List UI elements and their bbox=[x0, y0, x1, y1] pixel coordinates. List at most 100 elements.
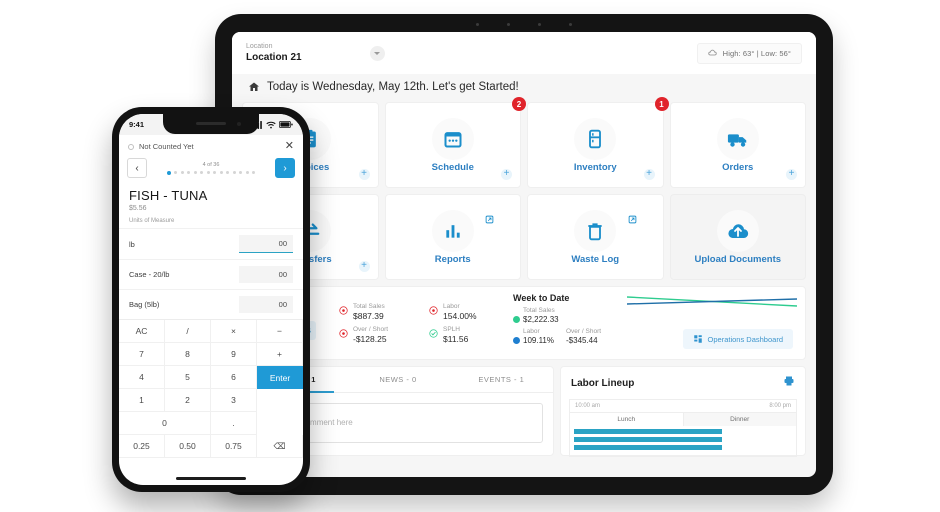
lineup-bar bbox=[574, 437, 723, 442]
key-decimal[interactable]: . bbox=[211, 412, 257, 435]
lineup-bars bbox=[570, 426, 796, 456]
add-icon[interactable]: + bbox=[643, 169, 655, 180]
lineup-bar bbox=[574, 445, 723, 450]
kpi-grid: Total Sales $887.39 Labor 154.00% Over /… bbox=[335, 293, 509, 353]
uom-row-bag[interactable]: Bag (5lb) 00 bbox=[119, 289, 303, 319]
trend-sparkline bbox=[627, 296, 797, 307]
key-5[interactable]: 5 bbox=[165, 366, 211, 389]
phone-screen: 9:41 Not Counted Yet ✕ ‹ 4 of 36 › FISH … bbox=[119, 114, 303, 485]
tile-waste-log[interactable]: Waste Log bbox=[527, 194, 664, 280]
backspace-icon[interactable]: ⌫ bbox=[257, 435, 303, 458]
quick-action-tiles: Invoices + 2 Schedule + 1 Inventory + Or… bbox=[232, 97, 816, 280]
tile-reports[interactable]: Reports bbox=[384, 194, 521, 280]
external-link-icon[interactable] bbox=[485, 211, 494, 229]
cloud-upload-icon bbox=[716, 209, 759, 252]
item-price: $5.56 bbox=[129, 205, 147, 212]
numeric-keypad: AC / × − 7 8 9 + 4 5 6 Enter 1 2 3 0 . 0… bbox=[119, 319, 303, 458]
kpi-name: Over / Short bbox=[353, 325, 389, 333]
wifi-icon bbox=[266, 121, 276, 128]
key-quarter[interactable]: 0.25 bbox=[119, 435, 165, 458]
key-4[interactable]: 4 bbox=[119, 366, 165, 389]
key-three-quarter[interactable]: 0.75 bbox=[211, 435, 257, 458]
location-name: Location 21 bbox=[246, 52, 302, 63]
chevron-right-icon[interactable]: › bbox=[275, 158, 295, 178]
weather-text: High: 63° | Low: 56° bbox=[722, 48, 791, 58]
wtd-value: -$345.44 bbox=[566, 336, 598, 345]
kpi-value: -$128.25 bbox=[353, 333, 387, 344]
add-icon[interactable]: + bbox=[358, 261, 370, 272]
operations-dashboard-button[interactable]: Operations Dashboard bbox=[682, 329, 793, 349]
tile-orders[interactable]: Orders + bbox=[669, 102, 806, 188]
sparkline-column: Operations Dashboard bbox=[627, 293, 797, 353]
key-3[interactable]: 3 bbox=[211, 389, 257, 412]
key-8[interactable]: 8 bbox=[165, 343, 211, 366]
uom-row-lb[interactable]: lb 00 bbox=[119, 228, 303, 259]
key-minus[interactable]: − bbox=[257, 320, 303, 343]
alert-circle-icon bbox=[429, 305, 438, 315]
lineup-col-dinner: Dinner bbox=[682, 413, 796, 426]
speaker-grille bbox=[196, 122, 226, 125]
labor-lineup-header: Labor Lineup bbox=[561, 367, 805, 399]
key-multiply[interactable]: × bbox=[211, 320, 257, 343]
lineup-end-time: 8:00 pm bbox=[769, 403, 791, 409]
key-0[interactable]: 0 bbox=[119, 412, 211, 435]
add-icon[interactable]: + bbox=[358, 169, 370, 180]
wtd-value: $2,222.33 bbox=[523, 315, 559, 324]
uom-row-case[interactable]: Case - 20/lb 00 bbox=[119, 259, 303, 289]
key-6[interactable]: 6 bbox=[211, 366, 257, 389]
tile-inventory[interactable]: 1 Inventory + bbox=[527, 97, 669, 188]
key-half[interactable]: 0.50 bbox=[165, 435, 211, 458]
trash-icon bbox=[574, 209, 617, 252]
alert-circle-icon bbox=[339, 328, 348, 338]
close-icon[interactable]: ✕ bbox=[285, 141, 294, 152]
tab-events[interactable]: EVENTS - 1 bbox=[450, 367, 553, 392]
lineup-col-lunch: Lunch bbox=[617, 416, 636, 423]
screenshot-stage: Location Location 21 High: 63° | Low: 56… bbox=[0, 0, 940, 512]
location-selector[interactable]: Location Location 21 bbox=[246, 42, 302, 64]
greeting-text: Today is Wednesday, May 12th. Let's get … bbox=[267, 81, 519, 93]
key-divide[interactable]: / bbox=[165, 320, 211, 343]
kpi-name: SPLH bbox=[443, 325, 460, 333]
printer-icon[interactable] bbox=[783, 374, 795, 392]
uom-input[interactable]: 00 bbox=[239, 296, 293, 313]
wtd-over-short: Over / Short -$345.44 bbox=[566, 327, 601, 345]
tile-label: Schedule bbox=[431, 161, 474, 173]
key-7[interactable]: 7 bbox=[119, 343, 165, 366]
key-enter[interactable]: Enter bbox=[257, 366, 303, 389]
item-pager: ‹ 4 of 36 › bbox=[119, 158, 303, 184]
tile-upload-documents[interactable]: Upload Documents bbox=[669, 194, 806, 280]
add-icon[interactable]: + bbox=[501, 169, 512, 180]
uom-input[interactable]: 00 bbox=[239, 266, 293, 283]
uom-input[interactable]: 00 bbox=[239, 235, 293, 253]
kpi-total-sales: Total Sales $887.39 bbox=[339, 302, 419, 322]
add-icon[interactable]: + bbox=[786, 169, 797, 180]
fridge-icon bbox=[574, 117, 617, 160]
legend-dot-green bbox=[513, 316, 520, 323]
key-2[interactable]: 2 bbox=[165, 389, 211, 412]
circle-icon bbox=[128, 143, 134, 150]
tablet-header: Location Location 21 High: 63° | Low: 56… bbox=[232, 32, 816, 74]
alert-circle-icon bbox=[339, 305, 348, 315]
key-plus[interactable]: + bbox=[257, 343, 303, 366]
external-link-icon[interactable] bbox=[628, 211, 637, 229]
chevron-left-icon[interactable]: ‹ bbox=[127, 158, 147, 178]
weather-widget: High: 63° | Low: 56° bbox=[696, 42, 802, 64]
stats-strip: ...at Yesterday ...plete DSS Total Sales… bbox=[242, 286, 806, 360]
key-9[interactable]: 9 bbox=[211, 343, 257, 366]
wtd-label: Over / Short bbox=[566, 328, 602, 335]
lineup-time-range: 10:00 am 8:00 pm bbox=[570, 400, 796, 412]
week-to-date-title: Week to Date bbox=[513, 293, 570, 303]
dashboard-grid-icon bbox=[693, 335, 702, 343]
tile-schedule[interactable]: 2 Schedule + bbox=[384, 97, 526, 188]
phone-sheet-header: Not Counted Yet ✕ bbox=[119, 135, 303, 158]
tab-news[interactable]: NEWS - 0 bbox=[346, 367, 449, 392]
chevron-down-icon[interactable] bbox=[369, 45, 385, 61]
units-of-measure-label: Units of Measure bbox=[129, 218, 175, 224]
battery-icon bbox=[279, 121, 293, 128]
wtd-value: 109.11% bbox=[523, 336, 554, 345]
kpi-splh: SPLH $11.56 bbox=[429, 325, 509, 345]
key-ac[interactable]: AC bbox=[119, 320, 165, 343]
key-1[interactable]: 1 bbox=[119, 389, 165, 412]
wtd-label: Labor bbox=[523, 328, 540, 335]
kpi-labor: Labor 154.00% bbox=[429, 302, 509, 322]
